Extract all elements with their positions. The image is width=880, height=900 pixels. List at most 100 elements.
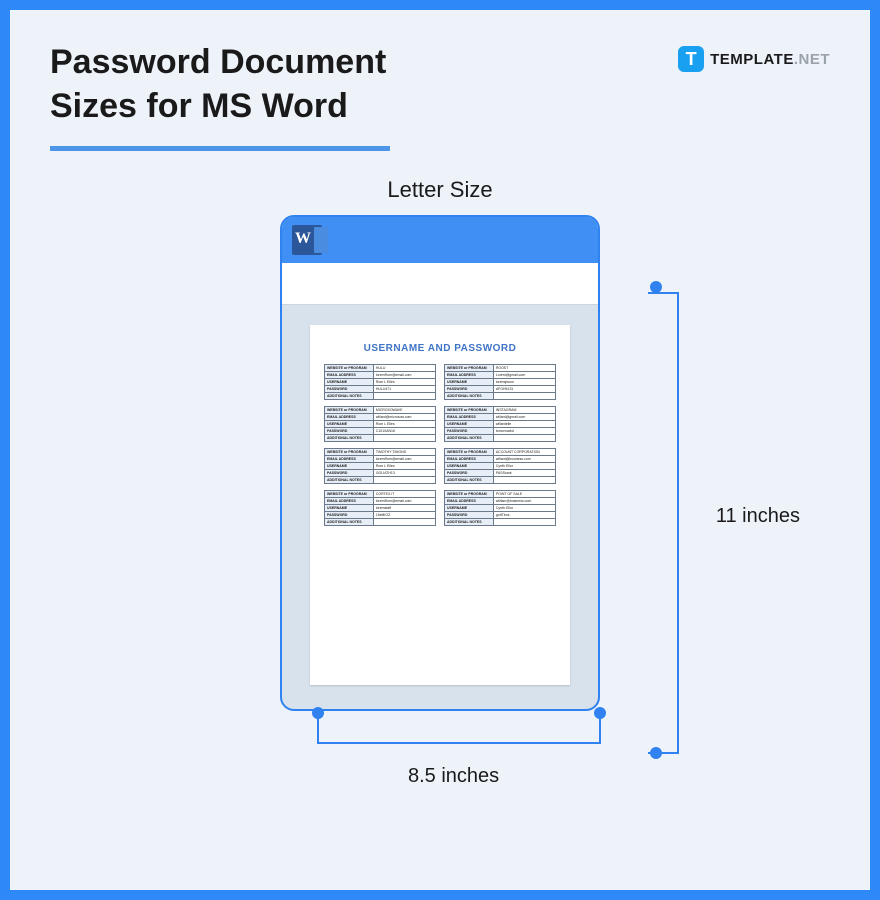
credential-block: WEBSITE or PROGRAMCORTEX.ITEMAIL ADDRESS… bbox=[324, 490, 436, 526]
field-value: POINT OF SALE bbox=[493, 491, 555, 498]
field-value: Rom L Elles bbox=[373, 379, 435, 386]
field-label: ADDITIONAL NOTES bbox=[445, 435, 494, 442]
credential-block: WEBSITE or PROGRAMPOINT OF SALEEMAIL ADD… bbox=[444, 490, 556, 526]
field-value: ACCOUNT CORPORATION bbox=[493, 449, 555, 456]
field-label: USERNAME bbox=[445, 505, 494, 512]
word-icon: W bbox=[292, 225, 322, 255]
field-value: Rom L Elles bbox=[373, 463, 435, 470]
field-label: USERNAME bbox=[325, 421, 374, 428]
field-label: EMAIL ADDRESS bbox=[445, 498, 494, 505]
stage: W USERNAME AND PASSWORD WEBSITE or PROGR… bbox=[50, 215, 830, 711]
field-value: HULU bbox=[373, 365, 435, 372]
field-label: USERNAME bbox=[445, 463, 494, 470]
field-label: PASSWORD bbox=[445, 386, 494, 393]
credential-block: WEBSITE or PROGRAMMICROSOWAVEEMAIL ADDRE… bbox=[324, 406, 436, 442]
height-bracket bbox=[648, 287, 688, 759]
field-value: Rom L Elles bbox=[373, 421, 435, 428]
field-label: USERNAME bbox=[325, 379, 374, 386]
field-value bbox=[493, 477, 555, 484]
field-label: USERNAME bbox=[445, 379, 494, 386]
field-value bbox=[373, 435, 435, 442]
width-bracket bbox=[312, 713, 606, 753]
credential-block: WEBSITE or PROGRAMHULUEMAIL ADDRESSlorem… bbox=[324, 364, 436, 400]
field-value bbox=[373, 519, 435, 526]
field-value: loremipsum bbox=[493, 379, 555, 386]
field-label: WEBSITE or PROGRAM bbox=[445, 491, 494, 498]
field-value: willard@gmail.com bbox=[493, 414, 555, 421]
field-value: ROOST bbox=[493, 365, 555, 372]
field-label: EMAIL ADDRESS bbox=[325, 498, 374, 505]
field-value: CORTEX.IT bbox=[373, 491, 435, 498]
field-label: PASSWORD bbox=[325, 470, 374, 477]
field-label: USERNAME bbox=[325, 463, 374, 470]
page: USERNAME AND PASSWORD WEBSITE or PROGRAM… bbox=[310, 325, 570, 685]
field-label: PASSWORD bbox=[445, 512, 494, 519]
credential-block: WEBSITE or PROGRAMACCOUNT CORPORATIONEMA… bbox=[444, 448, 556, 484]
field-value: loremRom@email.com bbox=[373, 372, 435, 379]
field-value: willard@microsow.com bbox=[373, 414, 435, 421]
field-value: willard@business.com bbox=[493, 456, 555, 463]
field-label: WEBSITE or PROGRAM bbox=[325, 365, 374, 372]
brand-suffix: .NET bbox=[794, 51, 830, 68]
field-label: WEBSITE or PROGRAM bbox=[325, 491, 374, 498]
field-value: 15elfIIOZ bbox=[373, 512, 435, 519]
brand-text: TEMPLATE.NET bbox=[710, 51, 830, 68]
field-value: loremRom@email.com bbox=[373, 456, 435, 463]
credential-block: WEBSITE or PROGRAMTIMOTHY TIMONSEMAIL AD… bbox=[324, 448, 436, 484]
field-value: Lorem@gmail.com bbox=[493, 372, 555, 379]
field-label: PASSWORD bbox=[445, 470, 494, 477]
field-value: tomorrowlol bbox=[493, 428, 555, 435]
height-dot-top bbox=[650, 281, 662, 293]
field-label: WEBSITE or PROGRAM bbox=[445, 365, 494, 372]
field-label: WEBSITE or PROGRAM bbox=[445, 449, 494, 456]
field-value: MICROSOWAVE bbox=[373, 407, 435, 414]
field-value: loremRom@email.com bbox=[373, 498, 435, 505]
brand-main: TEMPLATE bbox=[710, 51, 794, 68]
field-value: INSTAGRAM bbox=[493, 407, 555, 414]
field-value: william@business.com bbox=[493, 498, 555, 505]
width-dot-left bbox=[312, 707, 324, 719]
canvas: USERNAME AND PASSWORD WEBSITE or PROGRAM… bbox=[282, 305, 598, 709]
width-dot-right bbox=[594, 707, 606, 719]
brand-icon: T bbox=[678, 46, 704, 72]
title-underline bbox=[50, 146, 390, 151]
titlebar: W bbox=[282, 217, 598, 263]
field-label: WEBSITE or PROGRAM bbox=[325, 449, 374, 456]
field-value bbox=[373, 477, 435, 484]
field-label: EMAIL ADDRESS bbox=[445, 456, 494, 463]
field-label: EMAIL ADDRESS bbox=[445, 414, 494, 421]
field-label: EMAIL ADDRESS bbox=[325, 456, 374, 463]
field-value: Cynth Ellor bbox=[493, 505, 555, 512]
field-label: EMAIL ADDRESS bbox=[445, 372, 494, 379]
ribbon bbox=[282, 263, 598, 305]
field-value: gotITbos bbox=[493, 512, 555, 519]
brand-logo: T TEMPLATE.NET bbox=[678, 40, 830, 72]
field-value: loremstaff bbox=[373, 505, 435, 512]
document-title: USERNAME AND PASSWORD bbox=[324, 343, 556, 354]
field-label: PASSWORD bbox=[325, 386, 374, 393]
field-label: ADDITIONAL NOTES bbox=[445, 477, 494, 484]
field-value: C1010AN16 bbox=[373, 428, 435, 435]
field-label: WEBSITE or PROGRAM bbox=[445, 407, 494, 414]
field-label: ADDITIONAL NOTES bbox=[325, 519, 374, 526]
field-label: WEBSITE or PROGRAM bbox=[325, 407, 374, 414]
credential-block: WEBSITE or PROGRAMROOSTEMAIL ADDRESSLore… bbox=[444, 364, 556, 400]
field-value: HULU471 bbox=[373, 386, 435, 393]
field-value: Cynth Ellor bbox=[493, 463, 555, 470]
field-value bbox=[493, 435, 555, 442]
width-label: 8.5 inches bbox=[408, 765, 499, 788]
header-row: Password Document Sizes for MS Word T TE… bbox=[50, 40, 830, 151]
title-line-1: Password Document bbox=[50, 40, 390, 84]
field-value bbox=[493, 519, 555, 526]
field-label: ADDITIONAL NOTES bbox=[445, 393, 494, 400]
tables-grid: WEBSITE or PROGRAMHULUEMAIL ADDRESSlorem… bbox=[324, 364, 556, 526]
field-label: ADDITIONAL NOTES bbox=[445, 519, 494, 526]
main-frame: Password Document Sizes for MS Word T TE… bbox=[0, 0, 880, 900]
field-value bbox=[493, 393, 555, 400]
field-label: ADDITIONAL NOTES bbox=[325, 477, 374, 484]
field-value: TIMOTHY TIMONS bbox=[373, 449, 435, 456]
height-dot-bottom bbox=[650, 747, 662, 759]
field-label: PASSWORD bbox=[325, 428, 374, 435]
field-label: EMAIL ADDRESS bbox=[325, 372, 374, 379]
credential-block: WEBSITE or PROGRAMINSTAGRAMEMAIL ADDRESS… bbox=[444, 406, 556, 442]
